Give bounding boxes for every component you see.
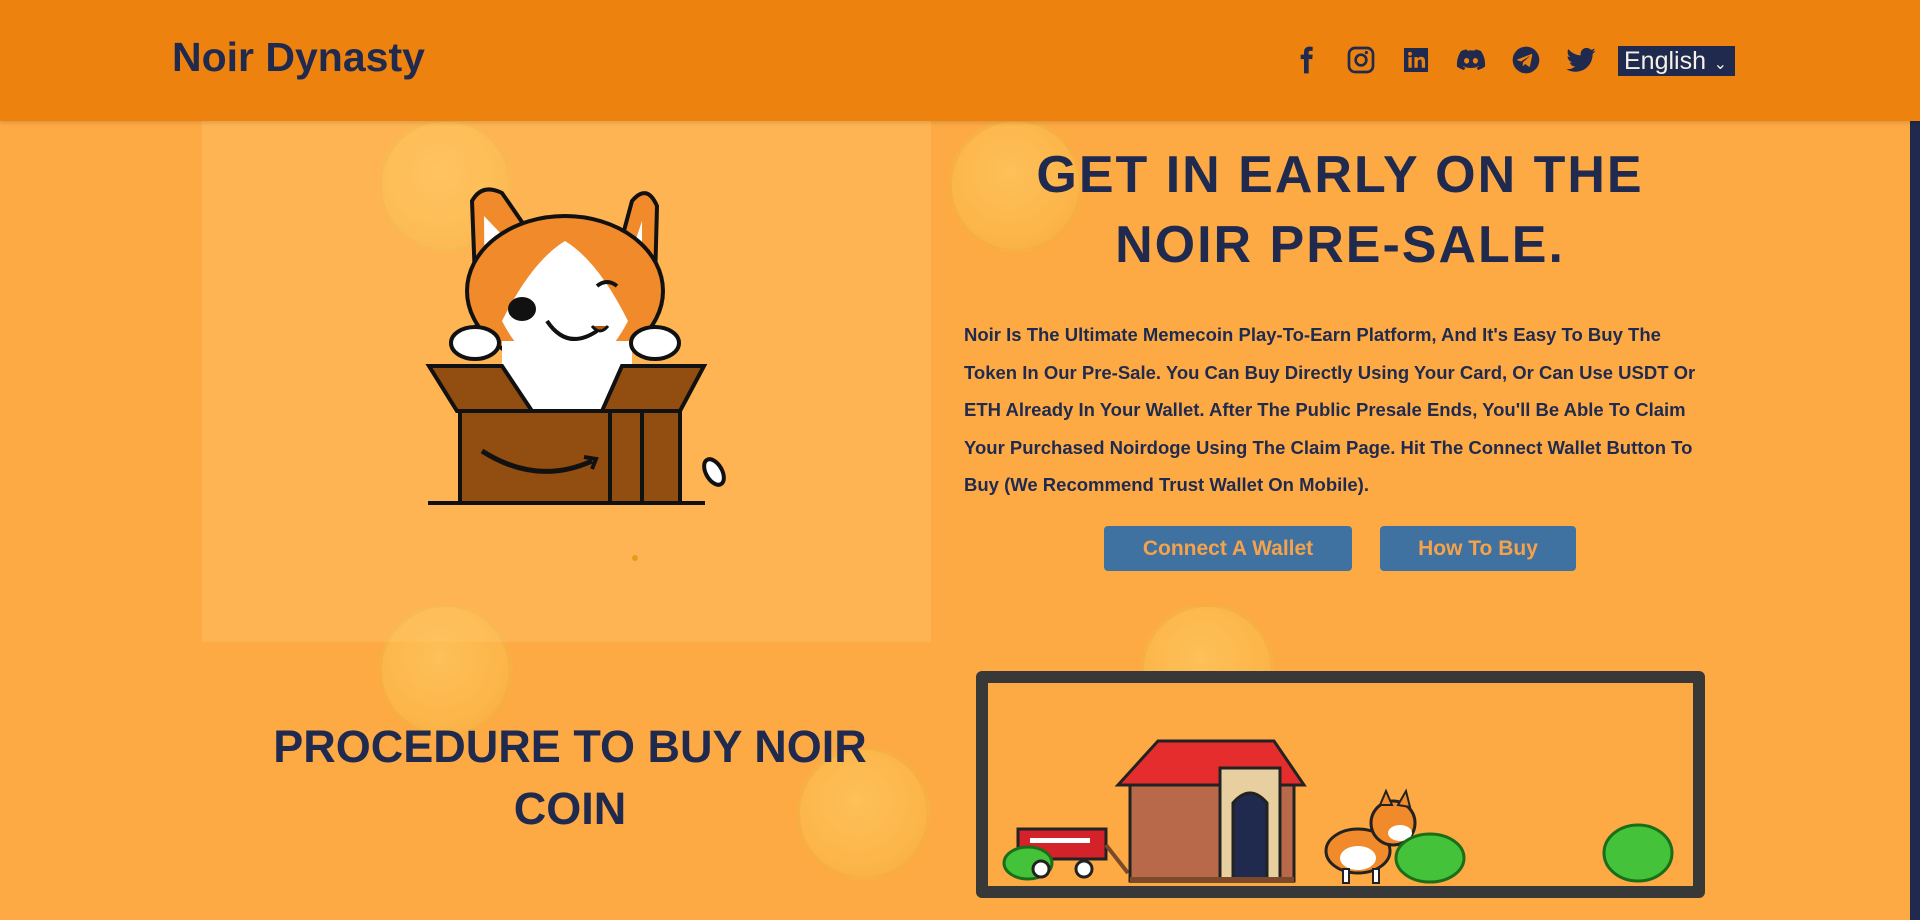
discord-icon[interactable]	[1443, 40, 1498, 80]
hero-description: Noir Is The Ultimate Memecoin Play-To-Ea…	[964, 324, 1696, 495]
telegram-icon[interactable]	[1498, 40, 1553, 80]
procedure-title: PROCEDURE TO BUY NOIR COIN	[220, 716, 920, 840]
linkedin-icon[interactable]	[1388, 40, 1443, 80]
hero-title-line2: NOIR PRE-SALE.	[1115, 216, 1565, 274]
game-canvas[interactable]	[988, 683, 1693, 886]
chevron-down-icon: ⌄	[1713, 56, 1727, 73]
social-links	[1278, 40, 1608, 80]
pixel-doghouse-scene	[1002, 739, 1674, 884]
connect-wallet-button[interactable]: Connect A Wallet	[1104, 526, 1352, 571]
procedure-title-line1: PROCEDURE TO BUY NOIR	[273, 721, 867, 772]
language-selected-label: English	[1624, 47, 1706, 75]
procedure-title-line2: COIN	[513, 783, 627, 834]
mascot-panel	[202, 121, 931, 642]
language-select[interactable]: English ⌄	[1618, 46, 1735, 76]
how-to-buy-button[interactable]: How To Buy	[1380, 526, 1576, 571]
game-frame	[976, 671, 1705, 898]
instagram-icon[interactable]	[1333, 40, 1388, 80]
page-scrollbar[interactable]	[1910, 121, 1920, 920]
hero-title: GET IN EARLY ON THE NOIR PRE-SALE.	[960, 140, 1720, 280]
site-header: Noir Dynasty English ⌄	[0, 0, 1920, 121]
corgi-box-illustration	[425, 187, 726, 561]
hero-title-line1: GET IN EARLY ON THE	[1036, 146, 1644, 204]
twitter-icon[interactable]	[1553, 40, 1608, 80]
facebook-icon[interactable]	[1278, 40, 1333, 80]
brand-logo-text[interactable]: Noir Dynasty	[172, 34, 425, 81]
